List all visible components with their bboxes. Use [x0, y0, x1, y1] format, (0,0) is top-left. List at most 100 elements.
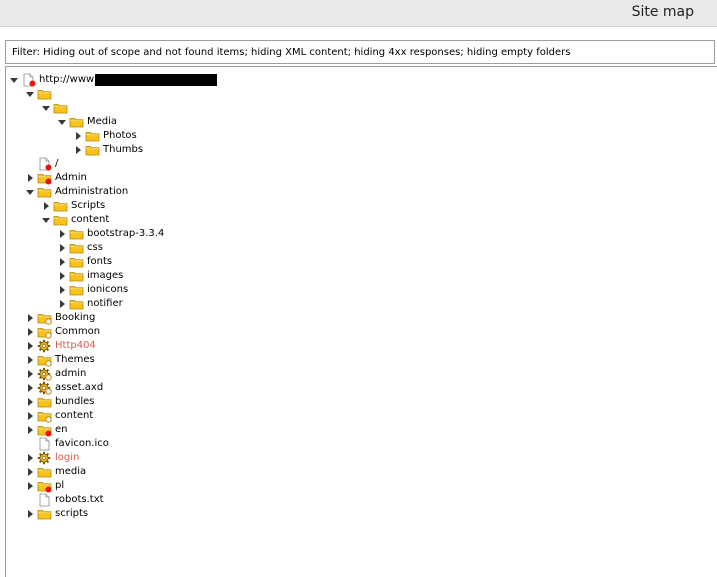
expand-arrow-icon[interactable] [41, 101, 51, 115]
tree-node[interactable]: robots.txt [25, 493, 104, 507]
tree-node[interactable]: admin [25, 367, 86, 381]
folder-icon [53, 213, 69, 227]
collapse-arrow-icon[interactable] [25, 311, 35, 325]
expand-arrow-icon[interactable] [57, 115, 67, 129]
tree-node[interactable]: asset.axd [25, 381, 103, 395]
collapse-arrow-icon[interactable] [25, 451, 35, 465]
tree-node[interactable]: content [41, 213, 109, 227]
tree-node[interactable]: Common [25, 325, 100, 339]
folder-icon [53, 199, 69, 213]
collapse-arrow-icon[interactable] [25, 325, 35, 339]
expand-arrow-icon[interactable] [25, 87, 35, 101]
collapse-arrow-icon[interactable] [57, 269, 67, 283]
tree-node[interactable]: scripts [25, 507, 88, 521]
page-icon [21, 73, 37, 87]
collapse-arrow-icon[interactable] [73, 129, 83, 143]
folder-icon [37, 395, 53, 409]
tree-node[interactable]: favicon.ico [25, 437, 109, 451]
tree-node[interactable]: Admin [25, 171, 87, 185]
collapse-arrow-icon[interactable] [57, 283, 67, 297]
tree-node[interactable]: bundles [25, 395, 95, 409]
folder-icon [37, 185, 53, 199]
folder-icon [37, 479, 53, 493]
folder-icon [37, 87, 53, 101]
collapse-arrow-icon[interactable] [25, 353, 35, 367]
tree-node-label: notifier [87, 298, 123, 309]
toggle-spacer [25, 493, 35, 507]
collapse-arrow-icon[interactable] [25, 479, 35, 493]
tree-node-label: pl [55, 480, 65, 491]
tree-node-label: Scripts [71, 200, 106, 211]
tree-node[interactable]: fonts [57, 255, 112, 269]
collapse-arrow-icon[interactable] [41, 199, 51, 213]
tree-node[interactable]: bootstrap-3.3.4 [57, 227, 164, 241]
tree-node[interactable]: Media [57, 115, 117, 129]
tree-node[interactable]: Http404 [25, 339, 96, 353]
expand-arrow-icon[interactable] [9, 73, 19, 87]
page-icon [37, 157, 53, 171]
tree-node-label: bootstrap-3.3.4 [87, 228, 165, 239]
collapse-arrow-icon[interactable] [57, 297, 67, 311]
collapse-arrow-icon[interactable] [57, 227, 67, 241]
site-map-tree[interactable]: http://www Media Photos Thumbs / Admin Adminis… [5, 66, 717, 577]
collapse-arrow-icon[interactable] [57, 255, 67, 269]
collapse-arrow-icon[interactable] [25, 395, 35, 409]
tree-node-label: bundles [55, 396, 95, 407]
tree-node[interactable] [25, 87, 55, 101]
tree-node-label: Common [55, 326, 101, 337]
tree-node[interactable]: Thumbs [73, 143, 143, 157]
tree-node[interactable]: login [25, 451, 79, 465]
collapse-arrow-icon[interactable] [25, 409, 35, 423]
tree-node[interactable]: Scripts [41, 199, 105, 213]
window-title: Site map [631, 4, 694, 20]
tree-node-label: content [55, 410, 94, 421]
collapse-arrow-icon[interactable] [25, 423, 35, 437]
tree-node-label: content [71, 214, 110, 225]
expand-arrow-icon[interactable] [41, 213, 51, 227]
tree-node-label: ionicons [87, 284, 129, 295]
collapse-arrow-icon[interactable] [25, 339, 35, 353]
folder-icon [85, 129, 101, 143]
tree-node-label: favicon.ico [55, 438, 109, 449]
tree-node[interactable]: / [25, 157, 58, 171]
tree-node[interactable]: Photos [73, 129, 137, 143]
tree-node-label: Themes [55, 354, 95, 365]
tree-node[interactable]: css [57, 241, 103, 255]
collapse-arrow-icon[interactable] [25, 171, 35, 185]
collapse-arrow-icon[interactable] [73, 143, 83, 157]
tree-node[interactable] [41, 101, 71, 115]
folder-icon [37, 311, 53, 325]
tree-node[interactable]: ionicons [57, 283, 128, 297]
folder-icon [69, 297, 85, 311]
collapse-arrow-icon[interactable] [25, 381, 35, 395]
tree-node[interactable]: Administration [25, 185, 128, 199]
collapse-arrow-icon[interactable] [57, 241, 67, 255]
tree-node[interactable]: media [25, 465, 86, 479]
filter-bar[interactable]: Filter: Hiding out of scope and not foun… [5, 40, 715, 64]
expand-arrow-icon[interactable] [25, 185, 35, 199]
tree-node[interactable]: http://www [9, 73, 218, 87]
toggle-spacer [25, 437, 35, 451]
tree-node[interactable]: content [25, 409, 93, 423]
tree-node-label: http://www [39, 74, 95, 85]
folder-icon [69, 241, 85, 255]
tree-node[interactable]: Themes [25, 353, 95, 367]
tree-node-label: scripts [55, 508, 89, 519]
tree-node-label: Photos [103, 130, 137, 141]
tree-node[interactable]: en [25, 423, 68, 437]
tree-node-label: login [55, 452, 80, 463]
collapse-arrow-icon[interactable] [25, 465, 35, 479]
folder-icon [37, 325, 53, 339]
tree-node-label: images [87, 270, 124, 281]
tree-node[interactable]: Booking [25, 311, 95, 325]
folder-icon [69, 283, 85, 297]
collapse-arrow-icon[interactable] [25, 507, 35, 521]
page-icon [37, 437, 53, 451]
tree-node-label: admin [55, 368, 87, 379]
tree-node[interactable]: images [57, 269, 123, 283]
collapse-arrow-icon[interactable] [25, 367, 35, 381]
tree-node[interactable]: pl [25, 479, 64, 493]
tree-node[interactable]: notifier [57, 297, 123, 311]
toggle-spacer [25, 157, 35, 171]
gear-icon [37, 367, 53, 381]
